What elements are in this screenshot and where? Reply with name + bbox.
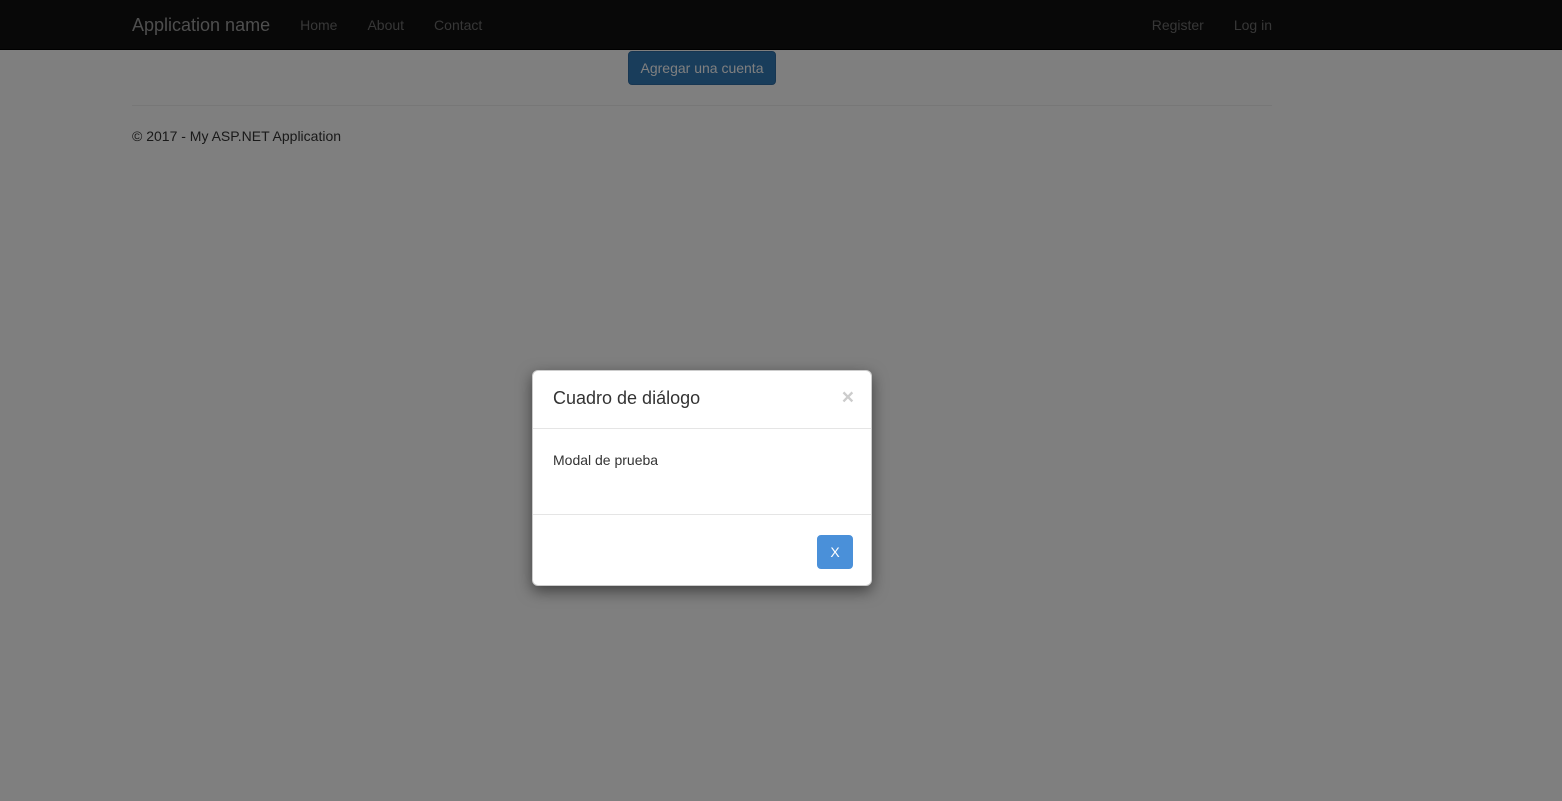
modal-title: Cuadro de diálogo — [553, 388, 701, 408]
modal-footer: X — [533, 514, 871, 585]
modal-header: Cuadro de diálogo × — [533, 371, 871, 429]
modal-body: Modal de prueba — [533, 429, 871, 514]
dialog-modal: Cuadro de diálogo × Modal de prueba X — [532, 370, 872, 586]
modal-dismiss-button[interactable]: X — [817, 535, 853, 569]
close-icon[interactable]: × — [842, 387, 854, 408]
modal-body-text: Modal de prueba — [553, 452, 659, 468]
